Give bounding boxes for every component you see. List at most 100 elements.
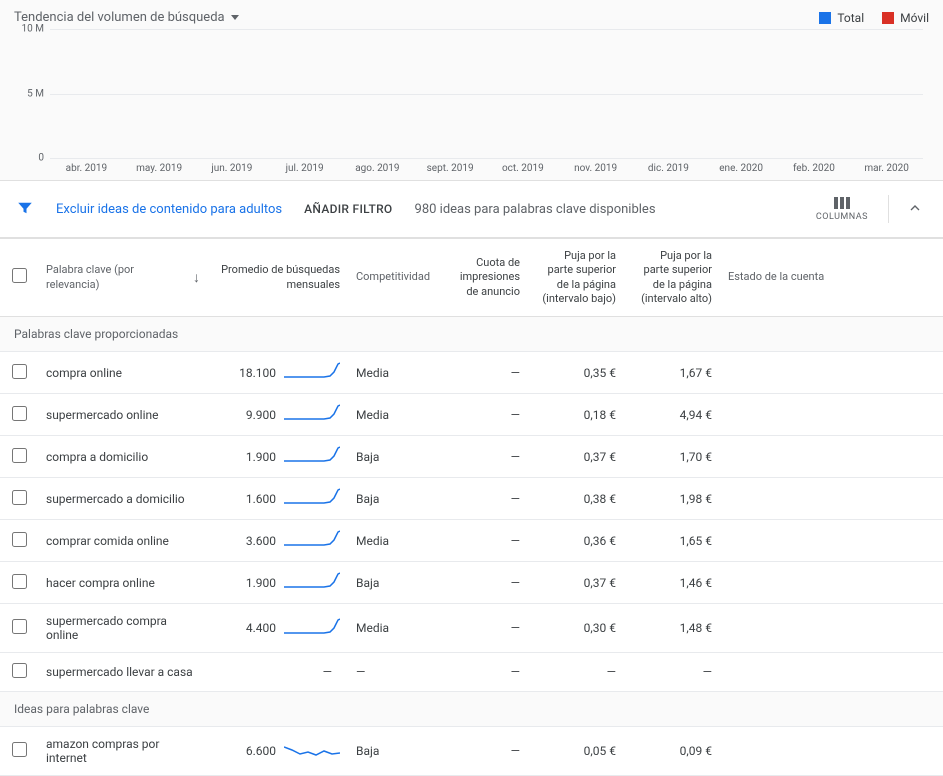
table-row[interactable]: supermercado compra online4.400Media—0,3… (0, 604, 943, 653)
filter-icon[interactable] (16, 199, 34, 220)
cell-bid-high: 4,94 € (624, 394, 720, 436)
cell-avg-searches: 1.900 (208, 436, 348, 478)
legend-swatch-mobile (882, 12, 894, 24)
table-row[interactable]: hacer compra online1.900Baja—0,37 €1,46 … (0, 562, 943, 604)
header-account-status[interactable]: Estado de la cuenta (720, 239, 943, 317)
sparkline (284, 572, 340, 593)
chart-x-label: ago. 2019 (341, 159, 414, 174)
header-impression-share[interactable]: Cuota de impresiones de anuncio (438, 239, 528, 317)
cell-bid-high: 1,98 € (624, 478, 720, 520)
cell-account-status (720, 478, 943, 520)
row-checkbox[interactable] (12, 532, 27, 547)
vertical-divider (888, 195, 889, 223)
legend-mobile[interactable]: Móvil (882, 11, 929, 25)
chart-x-label: mar. 2020 (850, 159, 923, 174)
avg-value: 4.400 (246, 621, 276, 635)
table-section-header: Ideas para palabras clave (0, 692, 943, 727)
chart-metric-dropdown[interactable]: Tendencia del volumen de búsqueda (14, 10, 239, 25)
cell-competition: Baja (348, 478, 438, 520)
cell-avg-searches: 18.100 (208, 352, 348, 394)
chart-y-label: 0 (14, 153, 44, 164)
row-checkbox[interactable] (12, 448, 27, 463)
cell-keyword: supermercado online (38, 394, 208, 436)
cell-bid-high: 1,46 € (624, 562, 720, 604)
sparkline (284, 362, 340, 383)
chart-x-label: dic. 2019 (632, 159, 705, 174)
chart-x-label: sept. 2019 (414, 159, 487, 174)
filter-bar: Excluir ideas de contenido para adultos … (0, 181, 943, 238)
avg-value: — (323, 665, 332, 679)
chart-y-label: 5 M (14, 88, 44, 99)
chart-x-label: jul. 2019 (268, 159, 341, 174)
cell-bid-low: 0,38 € (528, 478, 624, 520)
cell-bid-high: 1,70 € (624, 436, 720, 478)
cell-impression-share: — (438, 352, 528, 394)
sparkline (284, 618, 340, 639)
table-row[interactable]: supermercado online9.900Media—0,18 €4,94… (0, 394, 943, 436)
table-row[interactable]: compra a domicilio1.900Baja—0,37 €1,70 € (0, 436, 943, 478)
header-keyword[interactable]: Palabra clave (por relevancia) ↓ (38, 239, 208, 317)
row-checkbox[interactable] (12, 406, 27, 421)
cell-competition: Media (348, 394, 438, 436)
cell-bid-high: 0,09 € (624, 727, 720, 776)
avg-value: 9.900 (246, 408, 276, 422)
cell-competition: Media (348, 604, 438, 653)
avg-value: 6.600 (246, 744, 276, 758)
chart-x-label: nov. 2019 (559, 159, 632, 174)
table-row[interactable]: supermercado llevar a casa————— (0, 653, 943, 692)
add-filter-button[interactable]: AÑADIR FILTRO (304, 202, 392, 216)
row-checkbox[interactable] (12, 490, 27, 505)
cell-avg-searches: 9.900 (208, 394, 348, 436)
cell-avg-searches: — (208, 653, 348, 692)
cell-avg-searches: 1.600 (208, 478, 348, 520)
header-bid-low[interactable]: Puja por la parte superior de la página … (528, 239, 624, 317)
chart-legend: Total Móvil (819, 11, 929, 25)
section-header-label: Ideas para palabras clave (0, 692, 943, 727)
legend-swatch-total (819, 12, 831, 24)
row-checkbox[interactable] (12, 742, 27, 757)
table-row[interactable]: compra online18.100Media—0,35 €1,67 € (0, 352, 943, 394)
sparkline (284, 446, 340, 467)
chart-gridline (50, 29, 923, 30)
expand-button[interactable] (903, 200, 927, 219)
cell-bid-low: 0,37 € (528, 562, 624, 604)
columns-button[interactable]: COLUMNAS (810, 197, 874, 222)
cell-keyword: compra online (38, 352, 208, 394)
cell-bid-low: 0,37 € (528, 436, 624, 478)
header-competition[interactable]: Competitividad (348, 239, 438, 317)
chart-x-label: jun. 2019 (196, 159, 269, 174)
exclude-adult-filter[interactable]: Excluir ideas de contenido para adultos (56, 202, 282, 217)
row-checkbox[interactable] (12, 663, 27, 678)
legend-total-label: Total (837, 11, 864, 25)
cell-account-status (720, 604, 943, 653)
cell-impression-share: — (438, 520, 528, 562)
cell-bid-high: 1,65 € (624, 520, 720, 562)
header-checkbox-cell (0, 239, 38, 317)
cell-account-status (720, 352, 943, 394)
chart-x-label: ene. 2020 (705, 159, 778, 174)
legend-total[interactable]: Total (819, 11, 864, 25)
cell-competition: Media (348, 352, 438, 394)
caret-down-icon (231, 15, 239, 20)
table-row[interactable]: supermercado a domicilio1.600Baja—0,38 €… (0, 478, 943, 520)
table-row[interactable]: amazon compras por internet6.600Baja—0,0… (0, 727, 943, 776)
row-checkbox[interactable] (12, 364, 27, 379)
row-checkbox[interactable] (12, 574, 27, 589)
header-avg-searches[interactable]: Promedio de búsquedas mensuales (208, 239, 348, 317)
cell-account-status (720, 394, 943, 436)
cell-account-status (720, 520, 943, 562)
row-checkbox[interactable] (12, 619, 27, 634)
cell-keyword: amazon compras por internet (38, 727, 208, 776)
table-row[interactable]: comprar comida online3.600Media—0,36 €1,… (0, 520, 943, 562)
header-bid-high[interactable]: Puja por la parte superior de la página … (624, 239, 720, 317)
avg-value: 18.100 (239, 366, 276, 380)
cell-keyword: supermercado a domicilio (38, 478, 208, 520)
chart-x-label: may. 2019 (123, 159, 196, 174)
chart-plot-area: 05 M10 M (50, 29, 923, 159)
cell-keyword: comprar comida online (38, 520, 208, 562)
sparkline (284, 741, 340, 762)
table-header-row: Palabra clave (por relevancia) ↓ Promedi… (0, 239, 943, 317)
cell-impression-share: — (438, 478, 528, 520)
select-all-checkbox[interactable] (12, 268, 27, 283)
cell-competition: Media (348, 520, 438, 562)
